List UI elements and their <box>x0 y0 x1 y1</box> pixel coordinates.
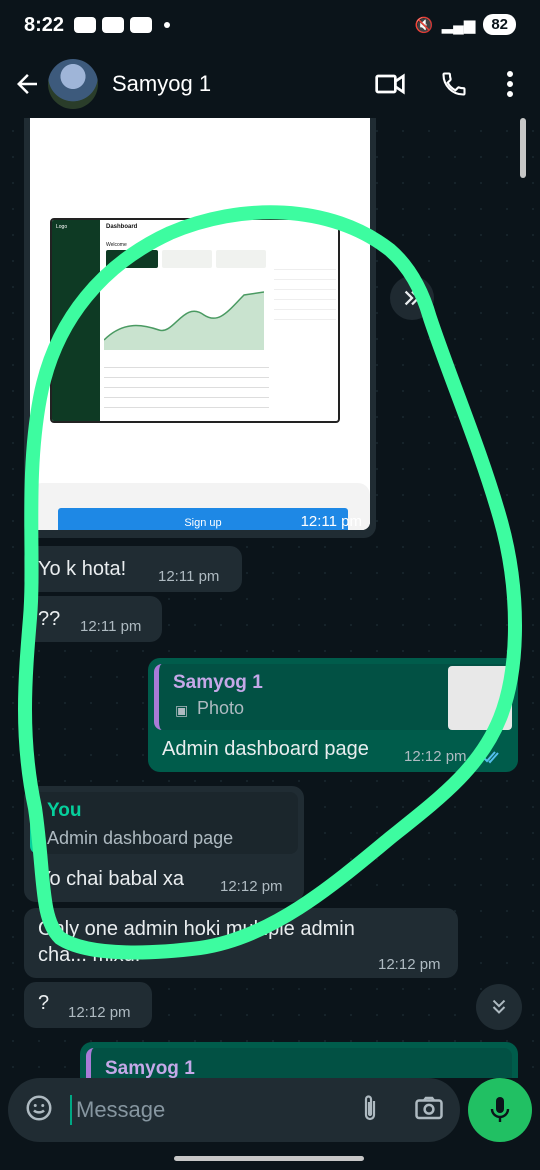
status-time: 8:22 <box>24 13 65 36</box>
dashboard-card-light-2 <box>216 250 266 268</box>
message-time: 12:12 pm <box>220 878 283 895</box>
dashboard-table-row <box>104 360 269 368</box>
more-notifications-icon <box>164 22 171 28</box>
forward-icon[interactable] <box>390 276 434 320</box>
chat-area[interactable]: Logo Dashboard Welcome Sign up 12:11 pm … <box>0 118 540 1078</box>
message-text-line2: cha... mixu. <box>38 944 141 966</box>
back-arrow-icon[interactable] <box>12 69 42 99</box>
image-message[interactable]: Logo Dashboard Welcome Sign up 12:11 pm <box>24 118 376 538</box>
dashboard-table-row <box>104 380 269 388</box>
dashboard-preview: Logo Dashboard Welcome <box>50 218 340 423</box>
notification-icons <box>74 17 171 33</box>
message-text: Yo chai babal xa <box>38 868 185 890</box>
dashboard-logo: Logo <box>56 224 68 230</box>
mic-icon <box>490 1097 510 1122</box>
phone-icon[interactable] <box>436 66 472 102</box>
reply-sender: You <box>47 800 82 821</box>
avatar[interactable] <box>48 59 98 109</box>
dashboard-card-light <box>162 250 212 268</box>
dashboard-table <box>104 360 269 420</box>
reply-quote[interactable]: You Admin dashboard page <box>30 792 298 854</box>
signal-icon: ▂▄▆ <box>441 16 476 34</box>
chat-header: Samyog 1 <box>0 50 540 118</box>
more-vert-icon[interactable] <box>492 66 528 102</box>
mute-icon: 🔇 <box>414 16 434 34</box>
reply-quote[interactable]: Samyog 1 <box>86 1048 512 1078</box>
message-bubble-incoming[interactable]: ? 12:12 pm <box>24 982 152 1028</box>
dashboard-user-list <box>274 260 336 380</box>
scrollbar[interactable] <box>520 118 526 178</box>
message-bubble-outgoing[interactable]: Samyog 1 <box>80 1042 518 1078</box>
read-receipt-icon <box>482 751 499 764</box>
contact-name[interactable]: Samyog 1 <box>112 71 344 97</box>
dashboard-sidebar: Logo <box>52 220 100 421</box>
message-bubble-incoming[interactable]: You Admin dashboard page Yo chai babal x… <box>24 786 304 902</box>
dashboard-table-row <box>104 370 269 378</box>
camera-icon[interactable] <box>414 1095 444 1126</box>
reply-text: Admin dashboard page <box>47 828 234 848</box>
reply-thumbnail <box>448 666 512 730</box>
message-text: ? <box>38 992 50 1014</box>
system-status: 🔇 ▂▄▆ 82 <box>415 14 516 35</box>
scroll-down-icon[interactable] <box>476 984 522 1030</box>
message-time: 12:12 pm <box>68 1004 131 1021</box>
message-text: Admin dashboard page <box>162 738 369 760</box>
message-time: 12:11 pm <box>158 568 220 585</box>
message-time: 12:12 pm <box>404 748 467 765</box>
gesture-nav-bar[interactable] <box>174 1156 364 1161</box>
dashboard-title: Dashboard <box>106 224 138 230</box>
video-call-icon[interactable] <box>372 66 408 102</box>
message-text: ?? <box>38 608 61 630</box>
dashboard-table-row <box>104 390 269 398</box>
status-bar: 8:22 🔇 ▂▄▆ 82 <box>0 0 540 50</box>
dashboard-area-chart <box>104 291 264 350</box>
message-time: 12:11 pm <box>80 618 142 635</box>
reply-text: Photo <box>197 698 245 718</box>
message-bubble-incoming[interactable]: ?? 12:11 pm <box>24 596 162 642</box>
mic-button[interactable] <box>468 1078 532 1142</box>
photo-icon: ▣ <box>175 702 189 718</box>
linkedin-icon <box>102 17 125 33</box>
dashboard-screenshot[interactable]: Logo Dashboard Welcome Sign up <box>30 118 370 530</box>
dashboard-table-row <box>104 400 269 408</box>
message-composer: Message <box>8 1078 460 1142</box>
message-time: 12:12 pm <box>378 956 441 973</box>
message-bubble-incoming[interactable]: Yo k hota! 12:11 pm <box>24 546 242 592</box>
dashboard-welcome: Welcome <box>106 242 127 248</box>
youtube-icon-2 <box>130 17 153 33</box>
dashboard-card <box>106 250 158 268</box>
reply-sender: Samyog 1 <box>105 1058 195 1078</box>
reply-quote[interactable]: Samyog 1 ▣ Photo <box>154 664 512 730</box>
message-bubble-outgoing[interactable]: Samyog 1 ▣ Photo Admin dashboard page 12… <box>148 658 518 772</box>
battery-level: 82 <box>483 14 516 35</box>
attach-icon[interactable] <box>358 1093 382 1128</box>
reply-sender: Samyog 1 <box>173 672 263 693</box>
message-input[interactable]: Message <box>70 1095 358 1125</box>
message-time: 12:11 pm <box>300 513 362 530</box>
sticker-icon[interactable] <box>24 1093 54 1128</box>
message-text: Only one admin hoki multiple admin <box>38 918 355 940</box>
message-bubble-incoming[interactable]: Only one admin hoki multiple admin cha..… <box>24 908 458 978</box>
message-text: Yo k hota! <box>38 558 127 580</box>
youtube-icon <box>74 17 97 33</box>
